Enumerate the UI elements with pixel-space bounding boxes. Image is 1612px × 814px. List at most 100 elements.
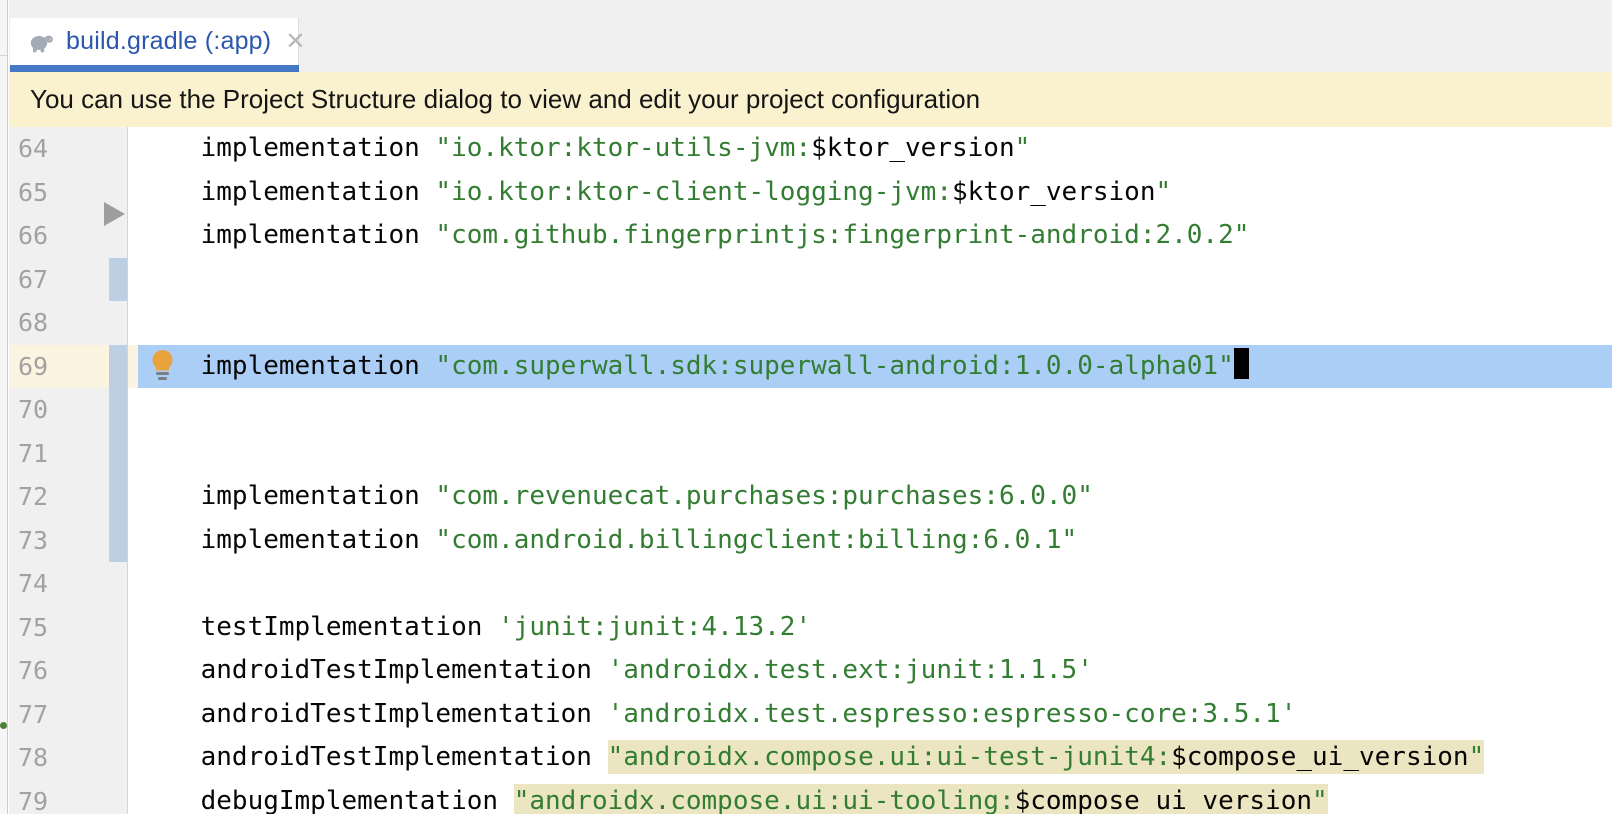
vcs-change-bar [109,258,127,302]
gutter-cell[interactable]: 69 [9,345,128,389]
line-number[interactable]: 77 [18,700,48,729]
gutter-cell[interactable]: 70 [9,388,128,432]
gutter-cell[interactable]: 67 [9,258,128,302]
code-line[interactable]: 74 [9,562,1612,606]
line-number[interactable]: 74 [18,569,48,598]
string-token: " [1015,133,1031,163]
string-token: " [1469,742,1485,772]
editor-tab-bar: build.gradle (:app) ✕ [9,0,1612,72]
tabbar-edge-line [0,55,7,56]
code-content[interactable]: implementation "io.ktor:ktor-client-logg… [128,171,1612,215]
line-number[interactable]: 79 [18,787,48,814]
string-token: "io.ktor:ktor-utils-jvm: [435,133,811,163]
code-content[interactable] [128,432,1612,476]
line-number[interactable]: 69 [18,352,48,381]
code-content[interactable] [128,301,1612,345]
gutter-cell[interactable]: 64 [9,127,128,171]
code-content[interactable] [128,258,1612,302]
code-tokens: androidTestImplementation 'androidx.test… [138,655,1093,685]
gutter-cell[interactable]: 72 [9,475,128,519]
string-token: "com.superwall.sdk:superwall-android:1.0… [435,351,1233,381]
code-line[interactable]: 68 [9,301,1612,345]
code-line[interactable]: 64 implementation "io.ktor:ktor-utils-jv… [9,127,1612,171]
code-tokens: implementation "com.revenuecat.purchases… [138,481,1093,511]
project-panel-splitter[interactable] [0,0,8,814]
code-line[interactable]: 72 implementation "com.revenuecat.purcha… [9,475,1612,519]
code-content[interactable] [128,562,1612,606]
vcs-change-bar [109,388,127,432]
string-token: 'androidx.test.espresso:espresso-core:3.… [608,699,1297,729]
code-line[interactable]: 65 implementation "io.ktor:ktor-client-l… [9,171,1612,215]
code-line[interactable]: 75 testImplementation 'junit:junit:4.13.… [9,606,1612,650]
code-line[interactable]: 79 debugImplementation "androidx.compose… [9,780,1612,814]
code-content[interactable]: implementation "com.revenuecat.purchases… [128,475,1612,519]
code-content[interactable] [128,388,1612,432]
line-number[interactable]: 66 [18,221,48,250]
close-icon[interactable]: ✕ [285,30,305,54]
code-line[interactable]: 78 androidTestImplementation "androidx.c… [9,736,1612,780]
gutter-cell[interactable]: 73 [9,519,128,563]
gutter-cell[interactable]: 74 [9,562,128,606]
code-token: androidTestImplementation [138,699,608,729]
gutter-cell[interactable]: 75 [9,606,128,650]
gutter-triangle-icon[interactable] [104,202,125,226]
code-editor[interactable]: 64 implementation "io.ktor:ktor-utils-jv… [9,127,1612,814]
code-content[interactable]: implementation "io.ktor:ktor-utils-jvm:$… [128,127,1612,171]
line-number[interactable]: 68 [18,308,48,337]
line-number[interactable]: 70 [18,395,48,424]
tab-build-gradle-app[interactable]: build.gradle (:app) ✕ [10,18,299,65]
line-number[interactable]: 76 [18,656,48,685]
line-number[interactable]: 71 [18,439,48,468]
line-number[interactable]: 75 [18,613,48,642]
line-number[interactable]: 65 [18,178,48,207]
string-token: " [1155,177,1171,207]
gutter-cell[interactable]: 66 [9,214,128,258]
gutter-cell[interactable]: 78 [9,736,128,780]
code-content[interactable]: implementation "com.superwall.sdk:superw… [128,345,1612,389]
gutter-cell[interactable]: 71 [9,432,128,476]
gutter-cell[interactable]: 76 [9,649,128,693]
line-number[interactable]: 64 [18,134,48,163]
line-number[interactable]: 73 [18,526,48,555]
string-token: "io.ktor:ktor-client-logging-jvm: [435,177,952,207]
code-line[interactable]: 67 [9,258,1612,302]
string-token: "com.github.fingerprintjs:fingerprint-an… [435,220,1249,250]
line-number[interactable]: 67 [18,265,48,294]
gutter-cell[interactable]: 79 [9,780,128,814]
lightbulb-icon[interactable] [149,350,176,383]
gutter-cell[interactable]: 77 [9,693,128,737]
code-content[interactable]: implementation "com.android.billingclien… [128,519,1612,563]
string-token: "androidx.compose.ui:ui-tooling: [514,786,1015,814]
code-content[interactable]: implementation "com.github.fingerprintjs… [128,214,1612,258]
code-line[interactable]: 71 [9,432,1612,476]
vcs-change-bar [109,475,127,519]
banner-text: You can use the Project Structure dialog… [30,84,980,115]
code-content[interactable]: androidTestImplementation 'androidx.test… [128,649,1612,693]
code-line[interactable]: 77 androidTestImplementation 'androidx.t… [9,693,1612,737]
code-token: $compose_ui_version [1015,786,1312,814]
code-token: implementation [138,133,435,163]
line-number[interactable]: 72 [18,482,48,511]
code-line[interactable]: 69 implementation "com.superwall.sdk:sup… [9,345,1612,389]
string-token: " [1312,786,1328,814]
code-tokens: implementation "com.android.billingclien… [138,525,1077,555]
code-content[interactable]: debugImplementation "androidx.compose.ui… [128,780,1612,814]
code-token: $ktor_version [811,133,1015,163]
code-line[interactable]: 76 androidTestImplementation 'androidx.t… [9,649,1612,693]
code-content[interactable]: androidTestImplementation 'androidx.test… [128,693,1612,737]
code-line[interactable]: 73 implementation "com.android.billingcl… [9,519,1612,563]
code-token: androidTestImplementation [138,655,608,685]
text-caret [1234,348,1249,379]
gutter-cell[interactable]: 68 [9,301,128,345]
code-token: debugImplementation [138,786,514,814]
code-line[interactable]: 66 implementation "com.github.fingerprin… [9,214,1612,258]
code-content[interactable]: testImplementation 'junit:junit:4.13.2' [128,606,1612,650]
tab-title: build.gradle (:app) [66,27,271,56]
string-token: "com.android.billingclient:billing:6.0.1… [435,525,1077,555]
code-content[interactable]: androidTestImplementation "androidx.comp… [128,736,1612,780]
line-number[interactable]: 78 [18,743,48,772]
string-token: 'junit:junit:4.13.2' [498,612,811,642]
code-token: testImplementation [138,612,498,642]
code-line[interactable]: 70 [9,388,1612,432]
notification-banner: You can use the Project Structure dialog… [9,72,1612,127]
